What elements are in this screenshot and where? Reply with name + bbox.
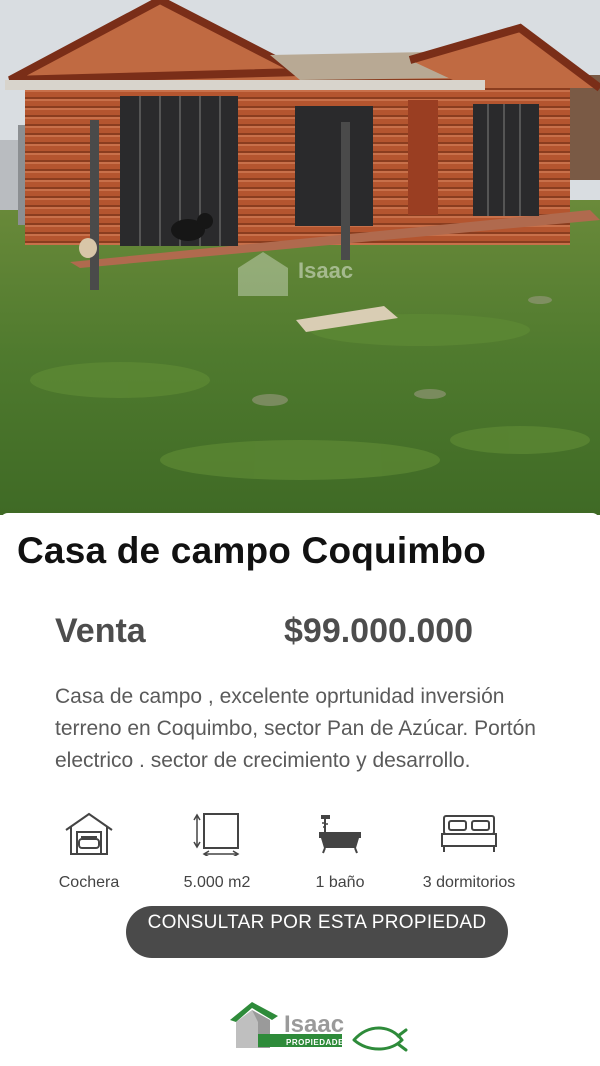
feature-bedrooms: 3 dormitorios [409,812,529,892]
feature-label: 3 dormitorios [422,874,516,891]
brand-name: Isaac [284,1011,344,1038]
listing-price: $99.000.000 [284,612,474,650]
property-photo: Isaac [0,0,600,515]
listing-card [0,513,600,1066]
feature-garage: Cochera [29,812,149,892]
feature-bathroom: 1 baño [280,812,400,892]
fish-icon [352,1026,408,1052]
feature-label: 1 baño [315,874,365,891]
brand-tagline: PROPIEDADES [286,1038,350,1047]
bed-icon [441,815,497,852]
listing-description: Casa de campo , excelente oprtunidad inv… [55,685,536,772]
listing-title: Casa de campo Coquimbo [17,530,487,571]
area-icon [193,813,240,856]
feature-label: Cochera [58,874,120,891]
bathtub-icon [319,815,361,854]
consult-property-button[interactable]: CONSULTAR POR ESTA PROPIEDAD [126,906,508,958]
svg-text:Isaac: Isaac [298,258,353,283]
garage-icon [65,812,113,855]
feature-area: 5.000 m2 [157,812,277,892]
feature-label: 5.000 m2 [183,874,251,891]
operation-type: Venta [55,612,146,650]
brand-logo: Isaac PROPIEDADES [228,1000,408,1054]
watermark-logo: Isaac [238,252,353,296]
